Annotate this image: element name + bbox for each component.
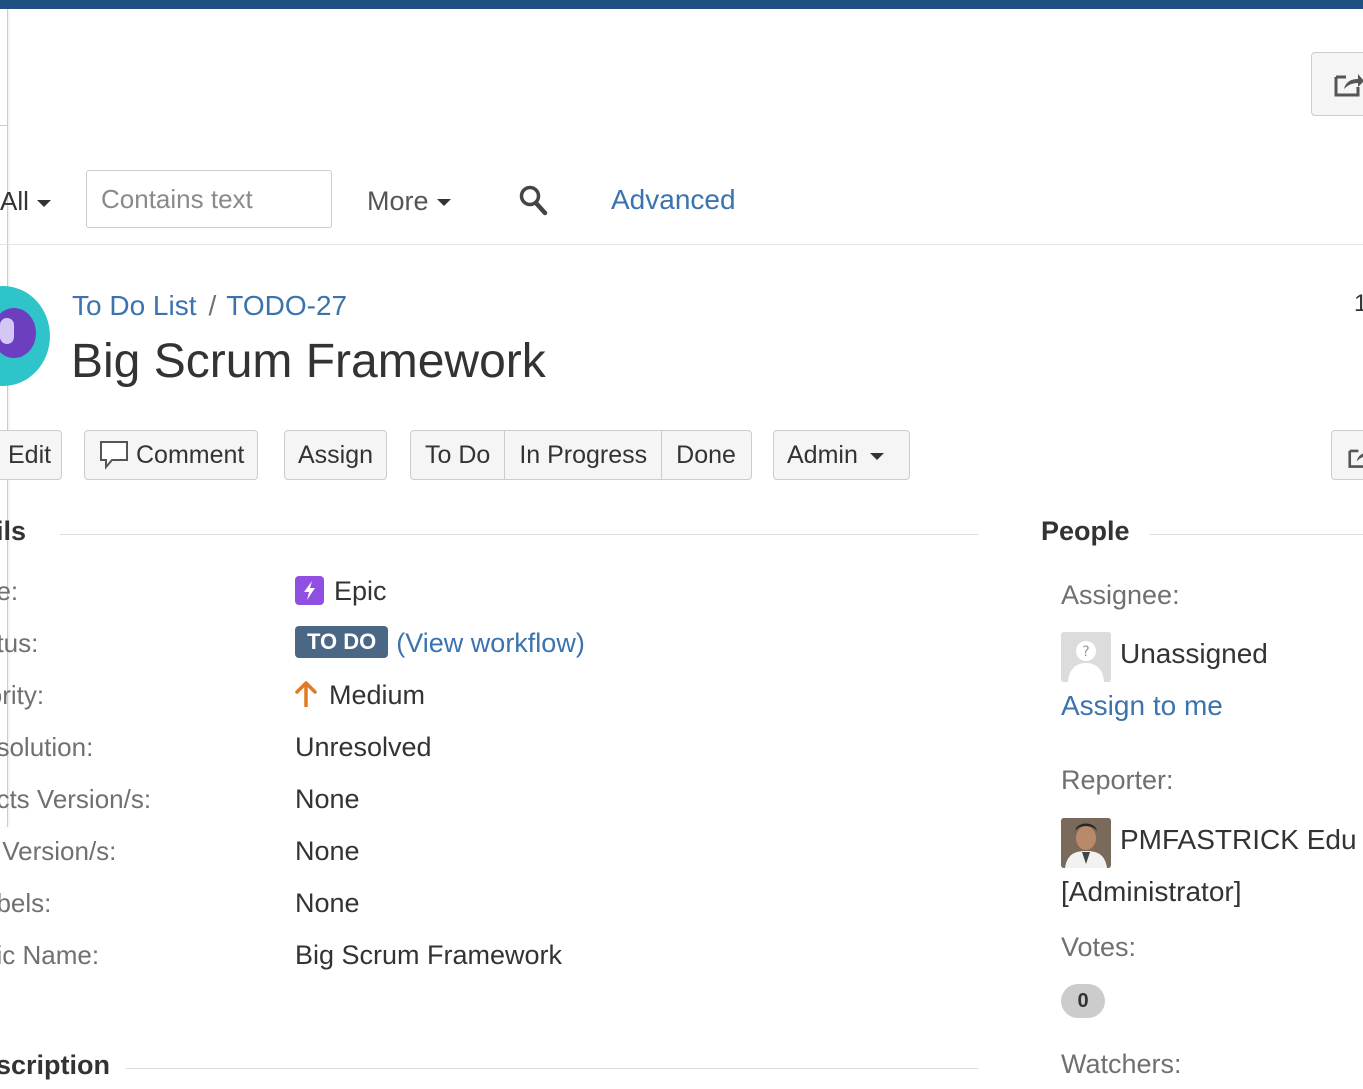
detail-row-type: pe: Epic (0, 575, 980, 616)
reporter-avatar[interactable] (1061, 818, 1111, 868)
chevron-down-icon (869, 452, 884, 460)
description-divider (126, 1068, 978, 1069)
view-workflow-label: View workflow (405, 628, 576, 658)
detail-label-labels: abels: (0, 888, 52, 918)
detail-label-type: pe: (0, 576, 19, 606)
filter-all-label: All (0, 186, 29, 216)
detail-value-fix-version: None (295, 836, 360, 866)
detail-label-epic-name: pic Name: (0, 940, 100, 970)
detail-row-epic-name: pic Name: Big Scrum Framework (0, 940, 980, 980)
issue-type-text: Epic (334, 576, 387, 606)
contains-text-input[interactable] (86, 170, 332, 228)
filter-more-dropdown[interactable]: More (367, 186, 451, 217)
comment-button-label: Comment (136, 441, 245, 469)
chevron-down-icon (36, 199, 51, 207)
share-icon (1348, 449, 1363, 468)
detail-value-labels: None (295, 888, 360, 918)
user-placeholder-icon: ? (1061, 632, 1111, 682)
assign-button[interactable]: Assign (284, 430, 388, 480)
priority-text: Medium (329, 680, 426, 710)
votes-label: Votes: (1061, 932, 1137, 962)
filter-all-dropdown[interactable]: All (0, 186, 51, 217)
detail-row-status: atus: TO DO(View workflow) (0, 626, 980, 668)
detail-label-priority: iority: (0, 680, 45, 710)
comment-button[interactable]: Comment (84, 430, 259, 480)
details-divider (60, 534, 978, 535)
admin-button-label: Admin (787, 441, 858, 469)
issue-pager-text: 1 (1354, 290, 1363, 317)
project-avatar[interactable] (0, 286, 50, 386)
detail-row-affects-version: ects Version/s: None (0, 784, 980, 824)
share-button-top[interactable] (1311, 52, 1363, 116)
detail-label-fix-version: x Version/s: (0, 836, 117, 866)
detail-value-status: TO DO (View workflow) (295, 626, 585, 659)
assign-button-label: Assign (298, 441, 374, 469)
detail-value-priority: Medium (295, 680, 425, 711)
votes-count-badge[interactable]: 0 (1061, 984, 1105, 1018)
epic-icon (295, 575, 324, 605)
comment-icon (100, 441, 128, 471)
share-icon (1334, 74, 1363, 97)
unassigned-avatar: ? (1061, 632, 1111, 682)
reporter-name[interactable]: PMFASTRICK Edu (1120, 824, 1357, 856)
in-progress-button[interactable]: In Progress (505, 431, 663, 479)
assignee-value: Unassigned (1120, 638, 1268, 669)
reporter-role: [Administrator] (1061, 876, 1242, 907)
people-divider (1150, 534, 1363, 535)
breadcrumb-issue-key-link[interactable]: TODO-27 (226, 290, 347, 321)
edit-button-label: Edit (8, 441, 52, 469)
watchers-label: Watchers: (1061, 1049, 1182, 1079)
issue-title[interactable]: Big Scrum Framework (71, 334, 546, 389)
priority-medium-arrow-icon (295, 681, 317, 707)
detail-value-resolution: Unresolved (295, 732, 432, 762)
description-heading[interactable]: scription (0, 1050, 110, 1081)
detail-row-resolution: esolution: Unresolved (0, 732, 980, 772)
advanced-search-link[interactable]: Advanced (611, 184, 736, 216)
reporter-photo (1061, 818, 1111, 868)
detail-label-affects-version: ects Version/s: (0, 784, 152, 814)
issue-filter-bar: All More Advanced (0, 168, 1363, 245)
done-button[interactable]: Done (662, 431, 750, 479)
detail-value-epic-name: Big Scrum Framework (295, 940, 563, 970)
svg-text:?: ? (1082, 644, 1089, 660)
detail-value-affects-version: None (295, 784, 360, 814)
search-icon[interactable] (518, 184, 548, 216)
edit-button[interactable]: Edit (0, 430, 62, 480)
detail-value-type: Epic (295, 575, 387, 607)
people-heading[interactable]: People (1041, 516, 1130, 547)
view-workflow-link[interactable]: (View workflow) (396, 628, 585, 658)
detail-row-fix-version: x Version/s: None (0, 836, 980, 876)
detail-label-resolution: esolution: (0, 732, 94, 762)
chevron-down-icon (436, 199, 451, 207)
app-header-bar (0, 0, 1363, 9)
reporter-label: Reporter: (1061, 765, 1174, 795)
breadcrumb: To Do List / TODO-27 (72, 290, 347, 322)
assignee-label: Assignee: (1061, 580, 1180, 610)
status-badge: TO DO (295, 626, 389, 659)
workflow-button-group: To Do In Progress Done (410, 430, 752, 480)
todo-button[interactable]: To Do (411, 431, 506, 479)
filter-more-label: More (367, 186, 429, 216)
export-button[interactable] (1331, 430, 1363, 480)
detail-row-priority: iority: Medium (0, 680, 980, 720)
detail-label-status: atus: (0, 628, 39, 658)
admin-dropdown-button[interactable]: Admin (773, 430, 910, 480)
breadcrumb-separator: / (208, 290, 217, 321)
assign-to-me-link[interactable]: Assign to me (1061, 690, 1223, 722)
detail-row-labels: abels: None (0, 888, 980, 928)
breadcrumb-project-link[interactable]: To Do List (72, 290, 197, 321)
details-heading[interactable]: ils (0, 516, 26, 547)
